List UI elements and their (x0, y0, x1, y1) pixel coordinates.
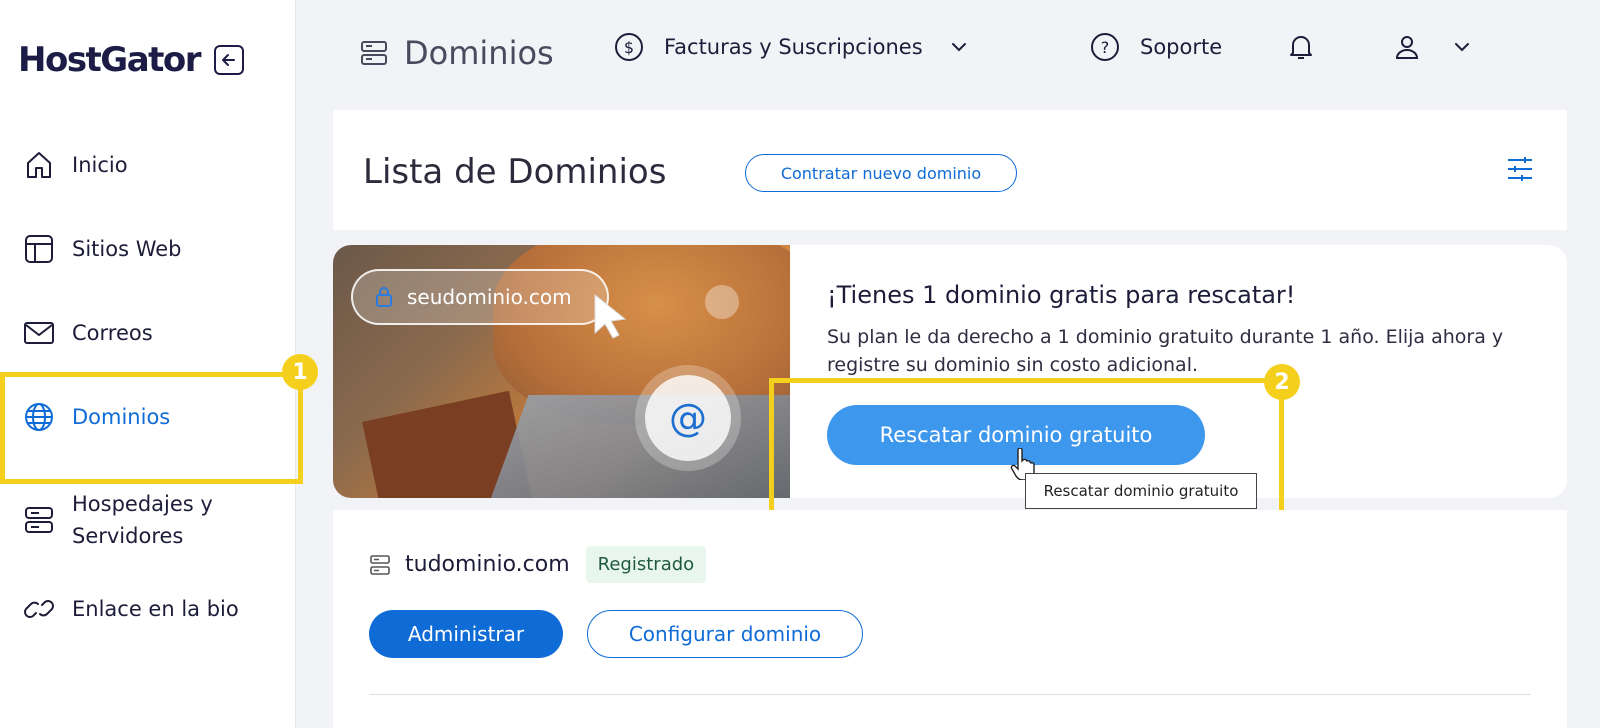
promo-url-box: seudominio.com (351, 269, 609, 325)
sidebar-item-label-line2: Servidores (72, 524, 184, 548)
support-link[interactable]: ? Soporte (1090, 32, 1222, 62)
mail-icon (22, 316, 56, 350)
page-title-text: Dominios (404, 34, 554, 72)
billing-menu[interactable]: $ Facturas y Suscripciones (614, 32, 969, 62)
sliders-icon (1508, 157, 1532, 181)
server-icon (370, 554, 390, 575)
highlight-dominios (0, 372, 303, 484)
topbar: Dominios $ Facturas y Suscripciones ? So… (296, 0, 1600, 110)
server-icon (361, 41, 387, 65)
sidebar-item-sitios-web[interactable]: Sitios Web (22, 232, 181, 266)
bell-icon (1290, 36, 1312, 59)
page-title: Dominios (360, 34, 554, 72)
logo-row: HostGator (18, 40, 245, 80)
sidebar-item-inicio[interactable]: Inicio (22, 148, 128, 182)
domain-name[interactable]: tudominio.com (405, 552, 570, 577)
sidebar-item-label: Hospedajes y Servidores (72, 488, 213, 552)
sidebar-item-label: Correos (72, 321, 153, 345)
hostgator-logo[interactable]: HostGator (18, 40, 202, 80)
domain-list-title: Lista de Dominios (363, 152, 667, 192)
promo-description: Su plan le da derecho a 1 dominio gratui… (827, 326, 1504, 376)
sidebar-item-label-line1: Hospedajes y (72, 492, 213, 516)
sidebar: HostGator Inicio Sitios Web Correos Domi… (0, 0, 296, 728)
notifications-button[interactable] (1286, 32, 1316, 62)
sidebar-item-hospedajes[interactable]: Hospedajes y Servidores (22, 488, 213, 552)
status-badge: Registrado (585, 546, 707, 583)
divider (369, 694, 1531, 695)
domain-row: tudominio.com Registrado (369, 546, 707, 583)
user-menu[interactable] (1392, 32, 1472, 62)
promo-image-laptop (477, 395, 790, 498)
dollar-circle-icon: $ (615, 33, 643, 61)
promo-title: ¡Tienes 1 dominio gratis para rescatar! (827, 281, 1296, 309)
link-icon (22, 592, 56, 626)
sidebar-item-label: Sitios Web (72, 237, 182, 261)
manage-domain-button[interactable]: Administrar (369, 610, 563, 658)
domain-list-header: Lista de Dominios Contratar nuevo domini… (333, 110, 1567, 230)
rescue-button-tooltip: Rescatar dominio gratuito (1025, 473, 1257, 509)
arrow-left-icon (222, 54, 236, 66)
lock-icon (376, 287, 392, 307)
promo-image-bubble (705, 285, 739, 319)
filter-button[interactable] (1505, 154, 1535, 188)
sidebar-item-label: Inicio (72, 153, 128, 177)
help-circle-icon: ? (1091, 33, 1119, 61)
promo-url-text: seudominio.com (407, 285, 572, 309)
sidebar-item-label: Enlace en la bio (72, 597, 239, 621)
chevron-down-icon (1455, 43, 1469, 52)
billing-menu-label: Facturas y Suscripciones (664, 35, 923, 59)
chevron-down-icon (951, 43, 966, 52)
step-badge-1: 1 (282, 354, 318, 390)
sidebar-item-correos[interactable]: Correos (22, 316, 153, 350)
collapse-sidebar-button[interactable] (214, 45, 245, 75)
sidebar-item-enlace-bio[interactable]: Enlace en la bio (22, 592, 239, 626)
svg-text:?: ? (1101, 38, 1110, 57)
domain-card: tudominio.com Registrado Administrar Con… (333, 510, 1567, 728)
svg-text:$: $ (624, 38, 634, 57)
promo-image: seudominio.com @ (333, 245, 790, 498)
at-symbol-bubble: @ (645, 375, 731, 461)
configure-domain-button[interactable]: Configurar dominio (587, 610, 863, 658)
user-icon (1395, 36, 1419, 59)
pointer-cursor-icon (594, 293, 627, 339)
support-link-label: Soporte (1140, 35, 1223, 59)
step-badge-2: 2 (1264, 364, 1300, 400)
home-icon (22, 148, 56, 182)
server-icon (22, 503, 56, 537)
new-domain-button[interactable]: Contratar nuevo dominio (745, 154, 1017, 192)
layout-icon (22, 232, 56, 266)
